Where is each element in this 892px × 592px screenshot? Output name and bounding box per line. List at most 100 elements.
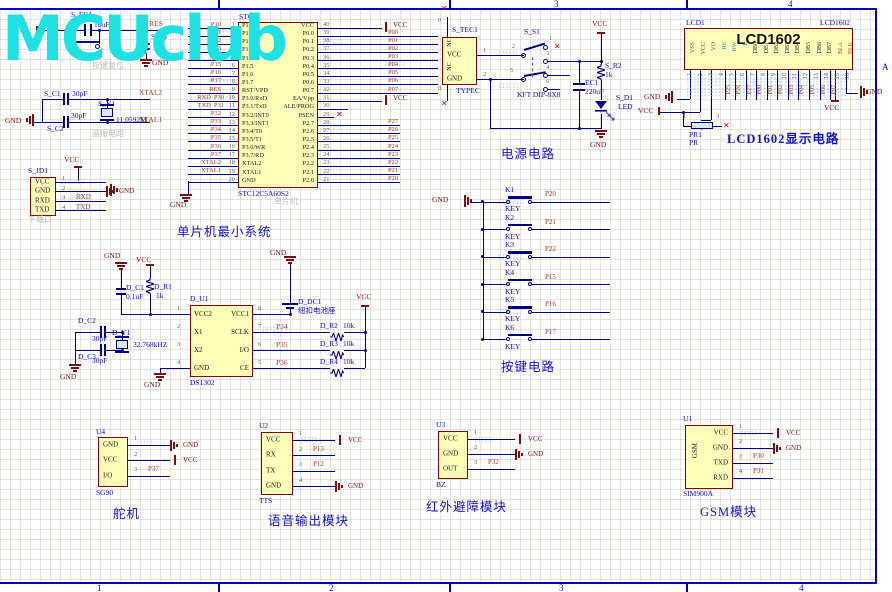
key-switch[interactable] xyxy=(508,279,532,282)
designator[interactable]: K3 xyxy=(505,240,514,249)
power-net-label[interactable]: GND xyxy=(5,117,21,125)
value-label[interactable]: 220uF xyxy=(585,88,604,96)
part-number[interactable]: LCD1602 xyxy=(820,19,850,27)
designator[interactable]: D_R4 xyxy=(320,358,338,366)
caption[interactable]: LCD1602显示电路 xyxy=(727,133,839,146)
net-label[interactable]: P27 xyxy=(388,118,398,125)
value-label[interactable]: 1k xyxy=(605,71,613,79)
wire[interactable] xyxy=(318,76,438,77)
power-net-label[interactable]: VCC xyxy=(393,94,407,102)
net-label[interactable]: VCC xyxy=(348,436,362,444)
wire[interactable] xyxy=(75,332,76,364)
net-label[interactable]: P37 xyxy=(148,465,159,473)
value-label[interactable]: 10k xyxy=(343,322,354,330)
wire[interactable] xyxy=(253,350,330,351)
value-label[interactable]: 10k xyxy=(343,358,354,366)
gnd-symbol[interactable] xyxy=(595,130,607,138)
wire[interactable] xyxy=(579,91,580,128)
net-label[interactable]: P12 xyxy=(313,460,324,468)
wire[interactable] xyxy=(660,112,700,113)
wire[interactable] xyxy=(128,445,170,446)
power-net-label[interactable]: VCC xyxy=(824,104,839,112)
designator[interactable]: D_C2 xyxy=(78,317,96,325)
wire[interactable] xyxy=(344,350,365,351)
switch-terminal[interactable] xyxy=(506,282,510,286)
ghost-note[interactable]: 单片机 xyxy=(274,198,298,206)
caption[interactable]: 舵机 xyxy=(113,508,140,521)
net-label[interactable]: P32 xyxy=(211,110,221,117)
net-label[interactable]: RXD xyxy=(76,193,91,201)
wire[interactable] xyxy=(75,332,100,333)
net-label[interactable]: VCC xyxy=(183,456,197,464)
wire[interactable] xyxy=(733,433,773,434)
power-net-label[interactable]: VCC xyxy=(136,256,151,264)
power-net-label[interactable]: VCC xyxy=(592,20,607,28)
wire[interactable] xyxy=(128,460,170,461)
wire[interactable] xyxy=(121,270,122,288)
net-label[interactable]: P31 xyxy=(214,102,224,109)
power-bar[interactable] xyxy=(361,305,369,307)
designator[interactable]: S_S1 xyxy=(524,28,540,36)
wire[interactable] xyxy=(601,114,602,128)
key-switch[interactable] xyxy=(508,196,532,199)
wire[interactable] xyxy=(483,339,506,340)
designator[interactable]: U3 xyxy=(436,421,445,429)
net-label[interactable]: P00 xyxy=(388,29,398,36)
wire[interactable] xyxy=(532,339,610,340)
wire[interactable] xyxy=(318,60,438,61)
wire[interactable] xyxy=(293,455,335,456)
net-label[interactable]: P25 xyxy=(388,134,398,141)
wire[interactable] xyxy=(683,126,691,127)
net-label[interactable]: RES xyxy=(209,86,221,93)
caption[interactable]: 按键电路 xyxy=(501,361,555,374)
wire[interactable] xyxy=(293,471,335,472)
power-net-label[interactable]: GND xyxy=(590,141,606,149)
designator[interactable]: D_R3 xyxy=(320,340,338,348)
caption[interactable]: 语音输出模块 xyxy=(268,515,349,528)
value-label[interactable]: 0.1uF xyxy=(126,293,143,301)
designator[interactable]: K2 xyxy=(505,213,514,222)
switch-terminal[interactable] xyxy=(506,310,510,314)
wire[interactable] xyxy=(733,448,773,449)
symbol-bar[interactable] xyxy=(282,303,298,305)
designator[interactable]: D_C1 xyxy=(126,284,144,292)
net-label[interactable]: P17 xyxy=(545,328,556,336)
wire[interactable] xyxy=(733,478,773,479)
wire[interactable] xyxy=(483,257,506,258)
part-number[interactable]: DS1302 xyxy=(190,379,215,387)
net-label[interactable]: P02 xyxy=(388,45,398,52)
wire[interactable] xyxy=(121,314,190,315)
power-net-label[interactable]: VCC xyxy=(64,156,79,164)
net-label[interactable]: P03 xyxy=(388,53,398,60)
wire[interactable] xyxy=(150,266,151,278)
wire[interactable] xyxy=(344,332,365,333)
wire[interactable] xyxy=(42,99,63,100)
wire[interactable] xyxy=(34,122,42,123)
net-label[interactable]: P26 xyxy=(388,126,398,133)
designator[interactable]: EC1 xyxy=(585,79,598,87)
designator[interactable]: K1 xyxy=(505,185,514,194)
part-number[interactable]: TYPEC xyxy=(456,87,480,95)
net-label[interactable]: GND xyxy=(348,482,363,490)
wire[interactable] xyxy=(293,486,335,487)
part-number[interactable]: BZ xyxy=(436,481,446,489)
wire[interactable] xyxy=(290,264,291,303)
net-label[interactable]: P20 xyxy=(388,175,398,182)
designator[interactable]: U2 xyxy=(259,422,268,430)
power-net-label[interactable]: GND xyxy=(270,249,286,257)
designator[interactable]: S_C2 xyxy=(47,125,64,133)
net-label[interactable]: TXD xyxy=(198,102,211,109)
designator[interactable]: S_Y1 xyxy=(98,100,115,108)
power-net-label[interactable]: GND xyxy=(170,201,186,209)
power-net-label[interactable]: GND xyxy=(644,93,660,101)
gnd-symbol[interactable] xyxy=(284,256,296,264)
switch-terminal[interactable] xyxy=(506,227,510,231)
caption[interactable]: GSM模块 xyxy=(700,506,757,519)
wire[interactable] xyxy=(483,312,506,313)
part-number[interactable]: PR xyxy=(689,139,698,147)
designator[interactable]: D_U1 xyxy=(190,295,208,303)
net-label[interactable]: P21 xyxy=(545,218,556,226)
wire[interactable] xyxy=(42,122,63,123)
power-net-label[interactable]: GND xyxy=(144,381,160,389)
power-net-label[interactable]: VCC xyxy=(638,107,653,115)
